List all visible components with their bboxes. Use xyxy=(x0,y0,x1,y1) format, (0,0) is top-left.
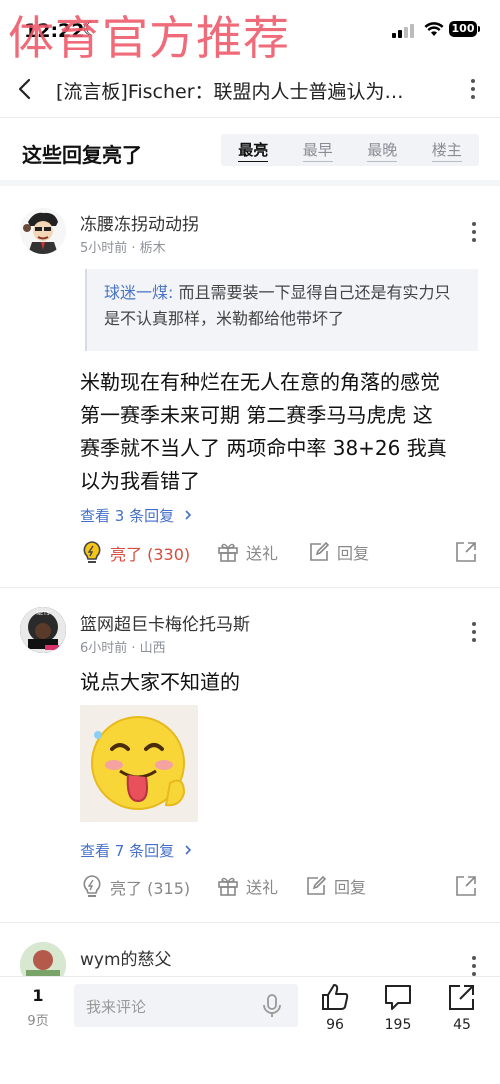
comment-more-icon[interactable] xyxy=(467,222,481,246)
comment-username[interactable]: 冻腰冻拐动动拐 xyxy=(80,210,199,235)
comments-count: 195 xyxy=(384,1017,412,1033)
quoted-reply[interactable]: 球迷一煤: 而且需要装一下显得自己还是有实力只是不认真那样，米勒都给他带坏了 xyxy=(85,269,478,351)
comment-body: 说点大家不知道的 xyxy=(80,670,240,694)
quoted-username: 球迷一煤: xyxy=(104,283,174,302)
comment-actions: 亮了 (330) 送礼 回复 xyxy=(80,540,480,570)
page-title: [流言板]Fischer：联盟内人士普遍认为… xyxy=(56,81,404,103)
comment-username[interactable]: wym的慈父 xyxy=(80,945,172,970)
comment-meta: 5小时前 · 栃木 xyxy=(80,241,166,256)
chevron-right-icon xyxy=(185,510,192,520)
comment-divider xyxy=(0,587,500,588)
comment-body: 米勒现在有种烂在无人在意的角落的感觉 第一赛季未来可期 第二赛季马马虎虎 这 赛… xyxy=(80,370,447,493)
likes-count: 96 xyxy=(326,1017,344,1033)
thumbs-up-icon xyxy=(322,984,349,1010)
comment-meta: 6小时前 · 山西 xyxy=(80,641,166,656)
comment-divider xyxy=(0,922,500,923)
current-page[interactable]: 1 xyxy=(24,986,52,1005)
header-divider xyxy=(0,117,500,118)
comment-more-icon[interactable] xyxy=(467,622,481,646)
like-button[interactable]: 亮了 (315) xyxy=(80,874,190,900)
edit-reply-icon xyxy=(307,875,327,895)
watermark-text: 体育官方推荐 xyxy=(8,11,290,65)
share-icon xyxy=(456,542,476,562)
comment-input-placeholder: 我来评论 xyxy=(86,998,147,1016)
avatar[interactable] xyxy=(20,208,66,254)
section-heading: 这些回复亮了 xyxy=(22,143,142,167)
player-avatar-icon: NETS xyxy=(20,607,66,653)
tab-latest[interactable]: 最晚 xyxy=(350,139,415,162)
microphone-icon[interactable] xyxy=(262,993,282,1019)
battery-indicator: 100 xyxy=(449,21,480,37)
thumbs-up-button[interactable]: 96 xyxy=(311,982,359,1033)
wifi-icon xyxy=(424,22,444,36)
gift-button[interactable]: 送礼 xyxy=(216,540,278,564)
avatar[interactable]: NETS xyxy=(20,607,66,653)
gift-button[interactable]: 送礼 xyxy=(216,874,278,898)
total-pages[interactable]: 9页 xyxy=(22,1010,54,1029)
comments-button[interactable]: 195 xyxy=(374,982,422,1033)
tab-brightest[interactable]: 最亮 xyxy=(221,139,286,162)
view-replies-link[interactable]: 查看 3 条回复 xyxy=(80,505,193,526)
share-page-button[interactable]: 45 xyxy=(438,982,486,1033)
chevron-right-icon xyxy=(185,845,192,855)
reply-button[interactable]: 回复 xyxy=(307,540,369,564)
lightbulb-icon xyxy=(83,541,101,563)
comment-bubble-icon xyxy=(385,985,411,1010)
edit-reply-icon xyxy=(310,541,330,561)
gift-icon xyxy=(218,543,238,562)
like-button[interactable]: 亮了 (330) xyxy=(80,540,190,566)
share-icon xyxy=(456,876,476,896)
cellular-signal-icon xyxy=(392,22,416,38)
shares-count: 45 xyxy=(453,1017,471,1033)
more-options-icon[interactable] xyxy=(466,76,480,105)
emoji-sticker-image[interactable] xyxy=(80,705,198,822)
comment-actions: 亮了 (315) 送礼 回复 xyxy=(80,874,480,904)
share-button[interactable] xyxy=(454,874,484,898)
tab-op-only[interactable]: 楼主 xyxy=(415,139,480,162)
tab-earliest[interactable]: 最早 xyxy=(286,139,351,162)
section-divider xyxy=(0,180,500,186)
gift-icon xyxy=(218,877,238,896)
comment-username[interactable]: 篮网超巨卡梅伦托马斯 xyxy=(80,610,250,635)
svg-text:NETS: NETS xyxy=(36,611,49,617)
cartoon-avatar-icon xyxy=(20,208,66,254)
sort-tabs: 最亮 最早 最晚 楼主 xyxy=(221,134,479,166)
reply-button[interactable]: 回复 xyxy=(304,874,366,898)
lightbulb-icon xyxy=(83,875,101,897)
share-button[interactable] xyxy=(454,540,484,564)
tongue-out-emoji-icon xyxy=(80,705,198,822)
back-arrow-icon[interactable] xyxy=(14,76,38,102)
view-replies-link[interactable]: 查看 7 条回复 xyxy=(80,840,193,861)
share-icon xyxy=(449,985,474,1010)
